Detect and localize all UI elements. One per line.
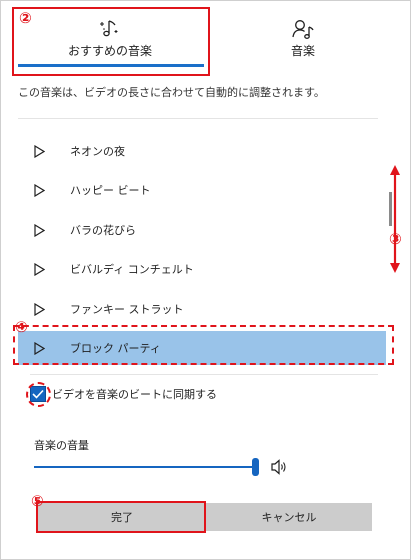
person-music-icon xyxy=(208,18,398,40)
track-item-funky-strut[interactable]: ファンキー ストラット xyxy=(18,292,386,326)
tab-music-label: 音楽 xyxy=(290,44,315,58)
annotation-number-3: ③ xyxy=(389,230,402,248)
track-item-happy-beat[interactable]: ハッピー ビート xyxy=(18,173,386,207)
annotation-number-2: ② xyxy=(19,9,32,27)
track-item-rose-petals[interactable]: バラの花びら xyxy=(18,213,386,247)
track-title: ビバルディ コンチェルト xyxy=(70,263,194,276)
sync-beat-label: ビデオを音楽のビートに同期する xyxy=(52,388,217,401)
annotation-box-5 xyxy=(36,501,206,533)
play-icon[interactable] xyxy=(34,262,48,276)
track-item-vivaldi[interactable]: ビバルディ コンチェルト xyxy=(18,252,386,286)
description-text: この音楽は、ビデオの長さに合わせて自動的に調整されます。 xyxy=(18,86,325,99)
annotation-box-2 xyxy=(12,7,210,76)
volume-slider-track[interactable] xyxy=(34,466,256,468)
track-item-neon[interactable]: ネオンの夜 xyxy=(18,134,386,168)
tab-music[interactable]: 音楽 xyxy=(208,0,398,72)
sync-beat-option[interactable]: ビデオを音楽のビートに同期する xyxy=(30,386,217,402)
play-icon[interactable] xyxy=(34,302,48,316)
annotation-box-4 xyxy=(13,325,394,365)
track-title: ハッピー ビート xyxy=(70,184,151,197)
play-icon[interactable] xyxy=(34,183,48,197)
speaker-icon xyxy=(270,458,290,480)
play-icon[interactable] xyxy=(34,223,48,237)
divider-top xyxy=(18,118,378,119)
volume-label: 音楽の音量 xyxy=(34,439,89,452)
track-title: ネオンの夜 xyxy=(70,145,125,158)
divider-bottom xyxy=(30,374,378,375)
play-icon[interactable] xyxy=(34,144,48,158)
scroll-arrow-annotation xyxy=(390,165,400,273)
volume-slider-thumb[interactable] xyxy=(252,458,259,476)
annotation-number-5: ⑤ xyxy=(31,492,44,510)
cancel-button[interactable]: キャンセル xyxy=(206,503,372,531)
track-title: ファンキー ストラット xyxy=(70,303,184,316)
track-title: バラの花びら xyxy=(70,224,136,237)
annotation-circle-checkbox xyxy=(26,382,51,407)
annotation-number-4: ④ xyxy=(15,318,28,336)
